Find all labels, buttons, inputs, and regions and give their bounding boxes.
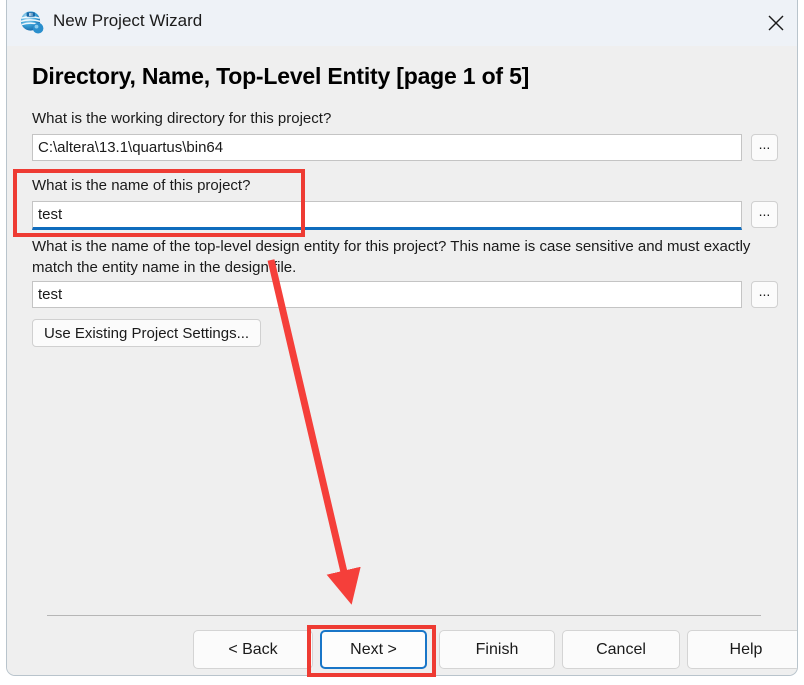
quartus-globe-icon: III <box>19 10 45 36</box>
cancel-button[interactable]: Cancel <box>562 630 680 669</box>
next-button[interactable]: Next > <box>320 630 427 669</box>
finish-button[interactable]: Finish <box>439 630 555 669</box>
top-level-entity-label: What is the name of the top-level design… <box>32 238 751 276</box>
close-icon[interactable] <box>752 0 797 46</box>
working-directory-browse-button[interactable]: ... <box>751 134 778 161</box>
working-directory-input[interactable] <box>32 134 742 161</box>
project-name-input[interactable] <box>32 201 742 230</box>
new-project-wizard-window: III New Project Wizard Directory, Name, … <box>6 0 798 676</box>
use-existing-project-settings-button[interactable]: Use Existing Project Settings... <box>32 319 262 347</box>
dialog-content: Directory, Name, Top-Level Entity [page … <box>7 46 797 675</box>
project-name-browse-button[interactable]: ... <box>751 201 778 228</box>
help-button[interactable]: Help <box>687 630 797 669</box>
svg-text:III: III <box>29 12 33 17</box>
top-level-entity-input[interactable] <box>32 281 742 308</box>
page-title: Directory, Name, Top-Level Entity [page … <box>32 63 530 89</box>
back-button[interactable]: < Back <box>193 630 313 669</box>
project-name-label: What is the name of this project? <box>32 177 251 194</box>
working-directory-label: What is the working directory for this p… <box>32 110 332 127</box>
footer-divider <box>47 615 761 616</box>
title-bar: III New Project Wizard <box>7 0 797 46</box>
top-level-entity-browse-button[interactable]: ... <box>751 281 778 308</box>
window-title: New Project Wizard <box>53 11 203 30</box>
